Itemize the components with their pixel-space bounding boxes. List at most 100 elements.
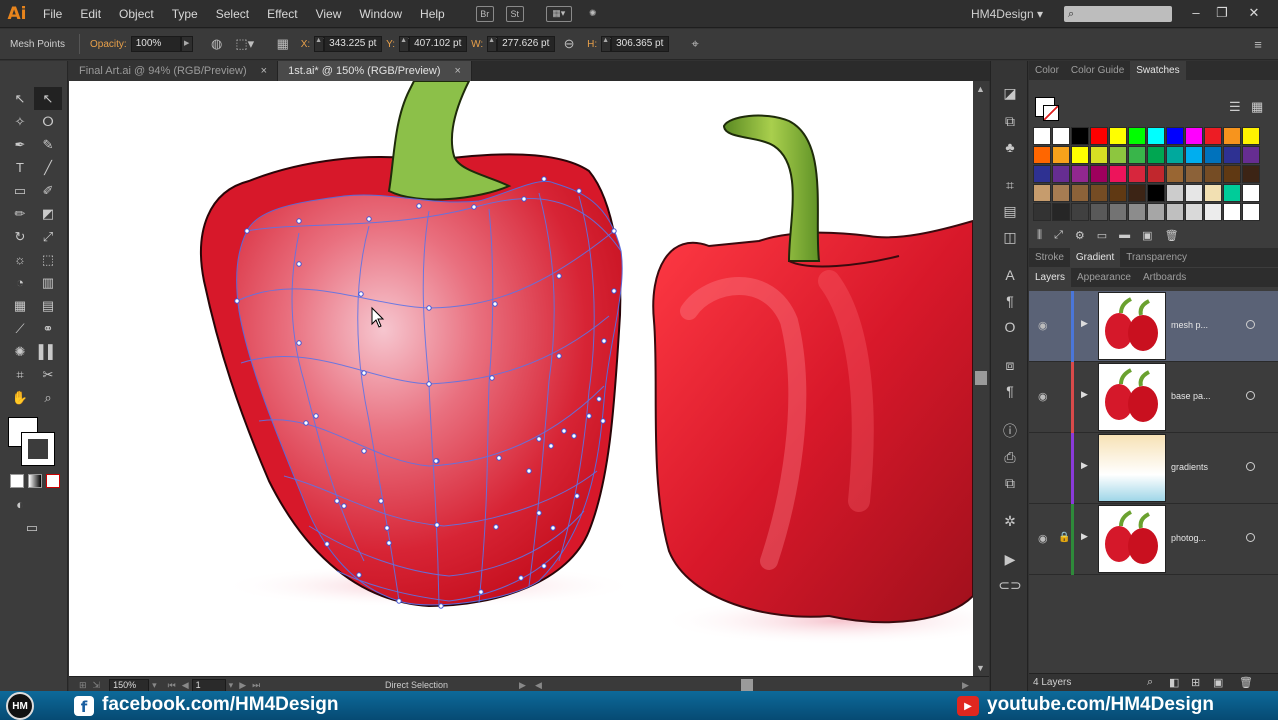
- menu-object[interactable]: Object: [110, 0, 163, 28]
- free-transform-tool-icon[interactable]: ⬚: [34, 248, 62, 271]
- scroll-left-icon[interactable]: ◀: [535, 680, 542, 691]
- tab-color-guide[interactable]: Color Guide: [1065, 61, 1130, 80]
- hand-tool-icon[interactable]: ✋: [6, 386, 34, 409]
- x-stepper[interactable]: ▲▼: [314, 36, 329, 52]
- vertical-scrollbar[interactable]: ▲ ▼: [973, 81, 989, 676]
- layer-target-icon[interactable]: [1246, 320, 1255, 329]
- color-swatch[interactable]: [1109, 165, 1127, 183]
- color-swatch[interactable]: [1204, 203, 1222, 221]
- align-icon[interactable]: ⬚▾: [235, 35, 255, 53]
- pepper-artwork[interactable]: [69, 81, 973, 676]
- tab-color[interactable]: Color: [1029, 61, 1065, 80]
- search-input[interactable]: ⌕: [1064, 6, 1172, 22]
- gradient-tool-icon[interactable]: ▤: [34, 294, 62, 317]
- w-input[interactable]: 277.626 pt: [497, 36, 556, 52]
- align-panel-icon[interactable]: ▤: [1000, 201, 1020, 221]
- bridge-icon[interactable]: Br: [475, 5, 494, 22]
- swatch-options-icon[interactable]: ⚙: [1075, 229, 1085, 245]
- color-swatch[interactable]: [1223, 165, 1241, 183]
- menu-help[interactable]: Help: [411, 0, 454, 28]
- clipping-mask-icon[interactable]: ◧: [1169, 676, 1179, 689]
- pathfinder-icon[interactable]: ◫: [1000, 227, 1020, 247]
- column-graph-tool-icon[interactable]: ▌▌: [34, 340, 62, 363]
- delete-swatch-icon[interactable]: 🗑: [1165, 229, 1179, 245]
- horizontal-scroll-thumb[interactable]: [741, 679, 753, 691]
- color-swatch[interactable]: [1147, 203, 1165, 221]
- color-swatch[interactable]: [1242, 184, 1260, 202]
- rectangle-tool-icon[interactable]: ▭: [6, 179, 34, 202]
- blend-tool-icon[interactable]: ⚭: [34, 317, 62, 340]
- eyedropper-tool-icon[interactable]: ⟋: [6, 317, 34, 340]
- color-swatch[interactable]: [1033, 127, 1051, 145]
- color-swatch[interactable]: [1109, 146, 1127, 164]
- color-swatch[interactable]: [1166, 165, 1184, 183]
- color-swatch[interactable]: [1033, 165, 1051, 183]
- color-swatch[interactable]: [1204, 127, 1222, 145]
- direct-selection-tool-icon[interactable]: ↖: [34, 87, 62, 110]
- color-swatch[interactable]: [1166, 203, 1184, 221]
- artboard-dropdown-icon[interactable]: ▾: [229, 680, 234, 691]
- scale-tool-icon[interactable]: ⤢: [34, 225, 62, 248]
- previous-artboard-icon[interactable]: ◀: [182, 680, 189, 691]
- color-swatch[interactable]: [1090, 146, 1108, 164]
- zoom-tool-icon[interactable]: ⌕: [34, 386, 62, 409]
- color-swatch[interactable]: [1109, 184, 1127, 202]
- new-sublayer-icon[interactable]: ⊞: [1191, 676, 1200, 689]
- swatch-kind-icon[interactable]: ⤢: [1054, 229, 1063, 245]
- color-swatch[interactable]: [1128, 203, 1146, 221]
- transform-icon[interactable]: ⌗: [1000, 175, 1020, 195]
- gpu-performance-icon[interactable]: ✺: [584, 6, 602, 22]
- visibility-eye-icon[interactable]: ◉: [1038, 319, 1048, 332]
- menu-effect[interactable]: Effect: [258, 0, 306, 28]
- visibility-eye-icon[interactable]: ◉: [1038, 532, 1048, 545]
- status-export-icon[interactable]: ⇲: [93, 680, 101, 691]
- expand-arrow-icon[interactable]: ▶: [1081, 460, 1088, 471]
- color-swatch[interactable]: [1128, 184, 1146, 202]
- arrange-documents-icon[interactable]: ▦▾: [545, 5, 572, 22]
- youtube-link[interactable]: youtube.com/HM4Design: [987, 694, 1214, 716]
- stock-icon[interactable]: St: [505, 5, 524, 22]
- h-stepper[interactable]: ▲▼: [601, 36, 616, 52]
- color-swatch[interactable]: [1052, 165, 1070, 183]
- paragraph-icon[interactable]: ¶: [1000, 291, 1020, 311]
- opacity-input[interactable]: 100%: [130, 36, 181, 52]
- tab-gradient[interactable]: Gradient: [1069, 248, 1121, 267]
- color-swatch[interactable]: [1147, 184, 1165, 202]
- artboard-tool-icon[interactable]: ⌗: [6, 363, 34, 386]
- x-input[interactable]: 343.225 pt: [324, 36, 383, 52]
- layer-target-icon[interactable]: [1246, 533, 1255, 542]
- color-swatch[interactable]: [1147, 165, 1165, 183]
- last-artboard-icon[interactable]: ⏭: [252, 680, 260, 691]
- new-layer-icon[interactable]: ▣: [1213, 676, 1223, 689]
- eraser-tool-icon[interactable]: ◩: [34, 202, 62, 225]
- vertical-scroll-thumb[interactable]: [975, 371, 987, 385]
- color-swatch[interactable]: [1109, 203, 1127, 221]
- color-swatch[interactable]: [1090, 127, 1108, 145]
- scroll-up-icon[interactable]: ▲: [976, 84, 985, 94]
- menu-file[interactable]: File: [34, 0, 71, 28]
- y-stepper[interactable]: ▲▼: [399, 36, 414, 52]
- color-panel-icon[interactable]: ◪: [1000, 83, 1020, 103]
- color-swatch[interactable]: [1242, 165, 1260, 183]
- symbol-sprayer-tool-icon[interactable]: ✺: [6, 340, 34, 363]
- zoom-level-input[interactable]: 150%: [109, 678, 150, 692]
- menu-edit[interactable]: Edit: [71, 0, 110, 28]
- color-swatch[interactable]: [1242, 146, 1260, 164]
- color-swatch[interactable]: [1185, 203, 1203, 221]
- color-swatch[interactable]: [1223, 146, 1241, 164]
- tab-1st-ai[interactable]: 1st.ai* @ 150% (RGB/Preview) ×: [278, 61, 472, 81]
- info-icon[interactable]: ⓘ: [1000, 421, 1020, 441]
- status-menu-icon[interactable]: ▶: [519, 680, 526, 691]
- delete-layer-icon[interactable]: 🗑: [1239, 676, 1253, 689]
- slice-tool-icon[interactable]: ✂: [34, 363, 62, 386]
- color-swatch[interactable]: [1090, 203, 1108, 221]
- opacity-dropdown[interactable]: ▶: [180, 36, 193, 52]
- color-mode-button[interactable]: [10, 474, 24, 488]
- libraries-icon[interactable]: ⧉: [1000, 111, 1020, 131]
- color-swatch[interactable]: [1185, 165, 1203, 183]
- recolor-icon[interactable]: ◍: [207, 35, 227, 53]
- color-swatch[interactable]: [1166, 127, 1184, 145]
- symbols-icon[interactable]: ♣: [1000, 137, 1020, 157]
- links-icon[interactable]: ⧉: [1000, 473, 1020, 493]
- scroll-down-icon[interactable]: ▼: [976, 663, 985, 673]
